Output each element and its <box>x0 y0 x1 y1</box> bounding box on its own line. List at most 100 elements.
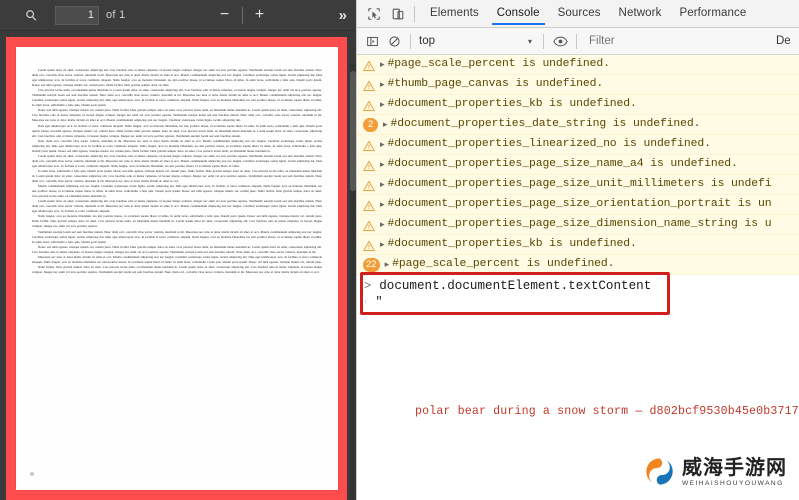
disclosure-triangle-icon[interactable]: ▸ <box>380 197 385 212</box>
console-message[interactable]: ▸ #page_scale_percent is undefined. <box>357 55 799 75</box>
chevron-down-icon: ▾ <box>527 36 532 46</box>
log-levels-dropdown[interactable]: De <box>776 35 791 47</box>
console-sidebar-icon[interactable] <box>361 31 383 51</box>
warning-icon <box>362 79 376 91</box>
pdf-paragraph: Mauris condimentum adipiscing erat nec f… <box>32 184 322 199</box>
disclosure-triangle-icon[interactable]: ▸ <box>383 117 388 132</box>
disclosure-triangle-icon[interactable]: ▸ <box>380 217 385 232</box>
filter-input[interactable] <box>582 35 772 47</box>
search-icon[interactable] <box>18 3 44 27</box>
message-repeat-badge: 2 <box>363 118 378 132</box>
device-toolbar-icon[interactable] <box>386 3 410 25</box>
disclosure-triangle-icon[interactable]: ▸ <box>380 77 385 92</box>
console-message-text: #thumb_page_canvas is undefined. <box>387 78 604 90</box>
pdf-toolbar: 1 of 1 − + » <box>0 0 356 32</box>
tab-elements[interactable]: Elements <box>421 2 488 25</box>
pdf-paragraph: Lorem ipsum dolor sit amet, consectetur … <box>32 153 322 168</box>
console-message[interactable]: 2 ▸ #document_properties_date_string is un… <box>357 115 799 135</box>
console-message[interactable]: ▸ #document_properties_page_size_dimensio… <box>357 215 799 235</box>
console-message[interactable]: ▸ #document_properties_page_size_name_a4 … <box>357 155 799 175</box>
console-message[interactable]: ▸ #document_properties_kb is undefined. <box>357 235 799 255</box>
console-message[interactable]: ▸ #document_properties_kb is undefined. <box>357 95 799 115</box>
clear-console-icon[interactable] <box>383 31 405 51</box>
console-message-text: #document_properties_kb is undefined. <box>387 98 637 110</box>
screen-root: 1 of 1 − + » Lorem ipsum dolor sit amet,… <box>0 0 799 500</box>
console-message-text: #document_properties_page_size_dimension… <box>387 218 772 230</box>
message-repeat-badge: 22 <box>363 258 380 272</box>
pdf-paragraph: Donec sed nibh egestas, tristique mauris… <box>32 244 322 254</box>
result-caret-icon: ‹ <box>364 296 368 307</box>
pdf-page-red-frame: Lorem ipsum dolor sit amet, consectetur … <box>6 37 347 500</box>
pdf-paragraph: Nulla facilisi. Duis gravida semper dolo… <box>32 264 322 274</box>
execution-context-select[interactable]: top ▾ <box>416 35 538 47</box>
warning-icon <box>362 99 376 111</box>
inspect-element-icon[interactable] <box>362 3 386 25</box>
pdf-paragraph: Vestibulum suscipit lorem sed sem faucib… <box>32 229 322 244</box>
console-message-list[interactable]: ▸ #page_scale_percent is undefined. ▸ #thum… <box>357 55 799 500</box>
pdf-paragraph: Maecenas nec urna at dolor mattis dictum… <box>32 254 322 264</box>
warning-icon <box>362 139 376 151</box>
pdf-paragraph: Cras placerat lectus nulla, eu bibendum … <box>32 88 322 108</box>
console-message-text: #document_properties_page_size_name_a4 i… <box>387 158 738 170</box>
console-message-text: #document_properties_page_size_unit_mill… <box>387 178 772 190</box>
console-message-text: #document_properties_page_size_orientati… <box>387 198 772 210</box>
console-input[interactable]: document.documentElement.textContent <box>379 278 651 294</box>
zoom-in-button[interactable]: + <box>249 4 271 26</box>
console-filter-bar: top ▾ De <box>357 28 799 55</box>
live-expression-eye-icon[interactable] <box>549 31 571 51</box>
disclosure-triangle-icon[interactable]: ▸ <box>380 97 385 112</box>
tab-performance[interactable]: Performance <box>670 2 755 25</box>
devtools-tab-bar: Elements Console Sources Network Perform… <box>357 0 799 28</box>
pdf-paragraph: Duis eget ullamcorper arcu. In facilisis… <box>32 123 322 138</box>
pdf-paragraph: Donec sed nibh egestas, tristique mauris… <box>32 108 322 123</box>
prompt-caret-icon: > <box>364 279 372 293</box>
console-message[interactable]: ▸ #thumb_page_canvas is undefined. <box>357 75 799 95</box>
console-message[interactable]: 22 ▸ #page_scale_percent is undefined. <box>357 255 799 275</box>
pdf-page-marker <box>30 472 34 476</box>
devtools-pane: Elements Console Sources Network Perform… <box>356 0 799 500</box>
console-message[interactable]: ▸ #document_properties_page_size_orientat… <box>357 195 799 215</box>
console-prompt-row[interactable]: > document.documentElement.textContent <box>357 275 799 295</box>
pdf-paragraph: In enim lacus, sollicitudin a felis quis… <box>32 168 322 184</box>
console-message-text: #document_properties_linearized_no is un… <box>387 138 711 150</box>
filterbar-divider-1 <box>410 33 411 49</box>
console-message-text: #page_scale_percent is undefined. <box>387 58 610 70</box>
zoom-out-button[interactable]: − <box>214 4 236 26</box>
warning-icon <box>362 179 376 191</box>
pdf-viewer-pane: 1 of 1 − + » Lorem ipsum dolor sit amet,… <box>0 0 356 500</box>
tabbar-divider <box>414 5 415 22</box>
disclosure-triangle-icon[interactable]: ▸ <box>380 57 385 72</box>
warning-icon <box>362 219 376 231</box>
filterbar-divider-2 <box>543 33 544 49</box>
warning-icon <box>362 239 376 251</box>
toolbar-divider <box>241 6 243 24</box>
warning-icon <box>362 59 376 71</box>
warning-icon <box>362 159 376 171</box>
tab-console[interactable]: Console <box>488 2 549 25</box>
disclosure-triangle-icon[interactable]: ▸ <box>385 257 390 272</box>
execution-context-value: top <box>419 35 435 47</box>
tab-sources[interactable]: Sources <box>549 2 610 25</box>
pdf-paragraph: Nulla feugiat, arcu eu molestie bibendum… <box>32 214 322 229</box>
disclosure-triangle-icon[interactable]: ▸ <box>380 237 385 252</box>
page-total-label: of 1 <box>106 9 126 21</box>
pdf-canvas-area: Lorem ipsum dolor sit amet, consectetur … <box>0 31 356 500</box>
tab-network[interactable]: Network <box>610 2 671 25</box>
pdf-page-text: Lorem ipsum dolor sit amet, consectetur … <box>32 68 322 275</box>
console-message-text: #document_properties_kb is undefined. <box>387 238 637 250</box>
console-result-row: ‹ " <box>357 295 799 313</box>
pdf-paragraph: Lorem ipsum dolor sit amet, consectetur … <box>32 68 322 88</box>
console-message[interactable]: ▸ #document_properties_page_size_unit_mil… <box>357 175 799 195</box>
disclosure-triangle-icon[interactable]: ▸ <box>380 137 385 152</box>
pdf-page[interactable]: Lorem ipsum dolor sit amet, consectetur … <box>16 47 338 490</box>
more-tools-chevron-icon[interactable]: » <box>339 7 347 24</box>
disclosure-triangle-icon[interactable]: ▸ <box>380 157 385 172</box>
console-message[interactable]: ▸ #document_properties_linearized_no is u… <box>357 135 799 155</box>
page-number-input[interactable]: 1 <box>55 5 99 25</box>
zoom-controls: − + <box>214 4 271 26</box>
console-message-text: #page_scale_percent is undefined. <box>392 258 615 270</box>
console-message-text: #document_properties_date_string is unde… <box>390 118 701 130</box>
annotation-note-text: polar bear during a snow storm — d802bcf… <box>415 405 799 418</box>
pdf-paragraph: Nunc diam orci, convallis vitae auctor v… <box>32 138 322 153</box>
disclosure-triangle-icon[interactable]: ▸ <box>380 177 385 192</box>
